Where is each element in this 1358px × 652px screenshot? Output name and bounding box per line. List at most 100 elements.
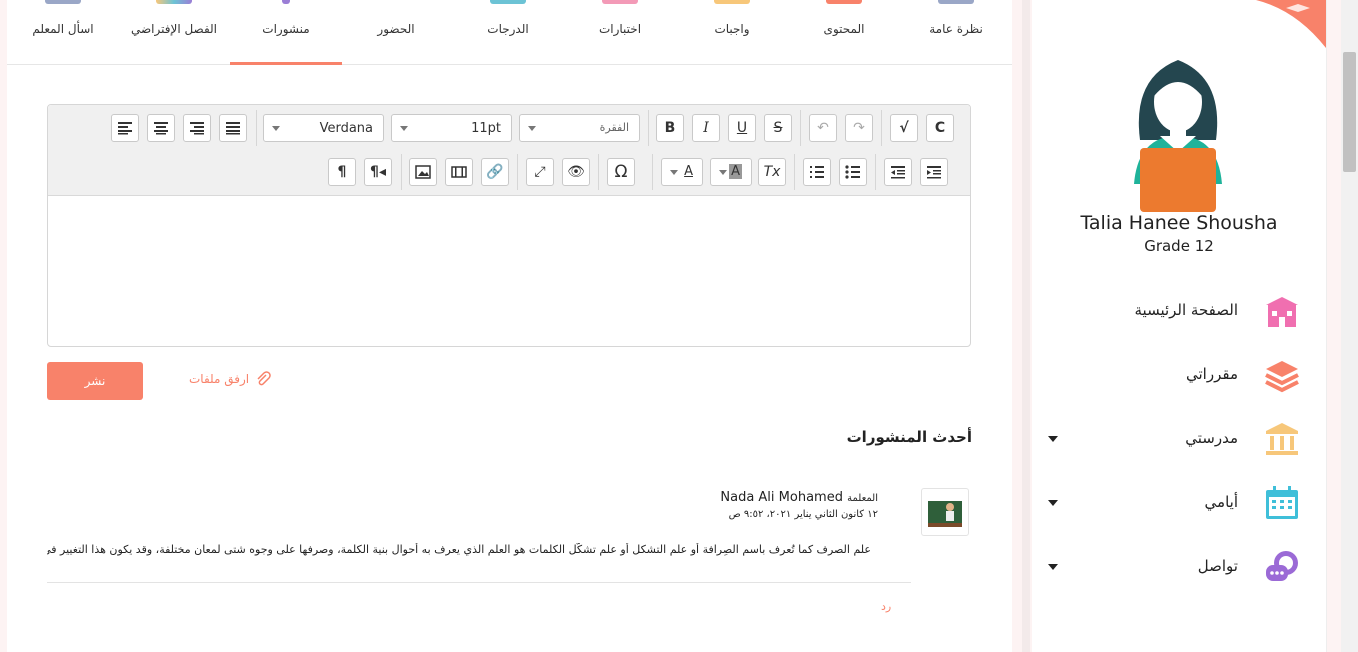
nav-my-courses[interactable]: مقرراتي: [1032, 353, 1302, 397]
redo-button[interactable]: ↷: [845, 114, 873, 142]
calendar-icon: [1266, 486, 1298, 519]
chat-bubbles-icon: [1266, 551, 1298, 581]
toolbar-separator: [648, 110, 649, 146]
strikethrough-button[interactable]: S: [764, 114, 792, 142]
ask-teacher-icon: [45, 0, 81, 4]
paperclip-icon: [257, 371, 271, 386]
tab-virtual-class[interactable]: الفصل الإفتراضي: [118, 0, 230, 64]
chevron-down-icon[interactable]: [1048, 564, 1058, 570]
font-family-select[interactable]: Verdana: [263, 114, 384, 142]
media-button[interactable]: [445, 158, 473, 186]
tab-attendance[interactable]: الحضور: [340, 0, 452, 64]
avatar[interactable]: [921, 488, 969, 536]
chevron-down-icon[interactable]: [1048, 436, 1058, 442]
toolbar-separator: [256, 110, 257, 146]
post-editor: Verdana 11pt الفقرة B I U S ↶ ↷ √ C ¶ ¶◂: [47, 104, 971, 347]
latest-posts-title: أحدث المنشورات: [846, 428, 972, 446]
numbered-list-icon: [810, 166, 824, 178]
publish-button[interactable]: نشر: [47, 362, 143, 400]
image-button[interactable]: [409, 158, 437, 186]
nav-my-days[interactable]: أيامي: [1032, 481, 1302, 525]
align-center-button[interactable]: [147, 114, 175, 142]
tab-grades[interactable]: الدرجات: [452, 0, 564, 64]
toolbar-separator: [794, 154, 795, 190]
nav-home[interactable]: الصفحة الرئيسية: [1032, 289, 1302, 333]
font-size-value: 11pt: [471, 121, 501, 136]
toolbar-separator: [875, 154, 876, 190]
link-icon: 🔗: [486, 164, 504, 180]
chemistry-button[interactable]: C: [926, 114, 954, 142]
math-button[interactable]: √: [890, 114, 918, 142]
align-left-icon: [118, 122, 132, 135]
link-button[interactable]: 🔗: [481, 158, 509, 186]
math-icon: √: [899, 120, 909, 136]
block-format-select[interactable]: الفقرة: [519, 114, 640, 142]
student-avatar-icon: [1134, 60, 1222, 212]
clear-format-button[interactable]: Tx: [758, 158, 786, 186]
align-left-button[interactable]: [111, 114, 139, 142]
tab-posts[interactable]: منشورات: [230, 0, 342, 65]
align-center-icon: [154, 122, 168, 135]
numbered-list-button[interactable]: [803, 158, 831, 186]
posts-icon: [282, 0, 290, 4]
image-icon: [415, 165, 431, 179]
panel-divider: [1022, 0, 1030, 652]
reply-link[interactable]: رد: [881, 600, 891, 613]
font-size-select[interactable]: 11pt: [391, 114, 512, 142]
chemistry-icon: C: [934, 120, 946, 136]
preview-button[interactable]: 👁: [562, 158, 590, 186]
chevron-down-icon[interactable]: [1048, 500, 1058, 506]
tab-assignments[interactable]: واجبات: [676, 0, 788, 64]
corner-ribbon-icon: [1256, 0, 1326, 48]
chevron-down-icon: [400, 126, 408, 131]
chevron-down-icon: [719, 170, 727, 175]
tab-quizzes[interactable]: اختبارات: [564, 0, 676, 64]
scrollbar-thumb[interactable]: [1343, 52, 1356, 172]
preview-icon: 👁: [567, 164, 585, 180]
special-char-icon: Ω: [614, 162, 628, 182]
text-color-icon: A: [684, 164, 693, 179]
block-format-value: الفقرة: [599, 121, 629, 134]
editor-toolbar: Verdana 11pt الفقرة B I U S ↶ ↷ √ C ¶ ¶◂: [48, 105, 970, 196]
undo-icon: ↶: [817, 120, 829, 136]
post-body: علم الصرف كما تُعرف باسم الصِرافة أو علم…: [47, 543, 871, 556]
attach-files-link[interactable]: ارفق ملفات: [189, 371, 271, 387]
author-role: المعلمة: [847, 493, 878, 504]
nav-communicate[interactable]: تواصل: [1032, 545, 1302, 589]
align-right-button[interactable]: [183, 114, 211, 142]
ltr-button[interactable]: ¶: [328, 158, 356, 186]
text-color-button[interactable]: A: [661, 158, 703, 186]
undo-button[interactable]: ↶: [809, 114, 837, 142]
page-scrollbar[interactable]: [1341, 0, 1358, 652]
tab-label: منشورات: [262, 22, 310, 36]
editor-content-area[interactable]: [48, 196, 970, 346]
tab-ask-teacher[interactable]: اسأل المعلم: [7, 0, 119, 64]
tab-content[interactable]: المحتوى: [788, 0, 900, 64]
nav-my-school[interactable]: مدرستي: [1032, 417, 1302, 461]
italic-button[interactable]: I: [692, 114, 720, 142]
toolbar-separator: [517, 154, 518, 190]
outdent-button[interactable]: [884, 158, 912, 186]
outdent-icon: [891, 166, 905, 179]
bullet-list-button[interactable]: [839, 158, 867, 186]
sidebar: Talia Hanee Shousha Grade 12 الصفحة الرئ…: [1032, 0, 1327, 652]
toolbar-separator: [401, 154, 402, 190]
nav-label: تواصل: [1197, 557, 1238, 575]
align-justify-button[interactable]: [219, 114, 247, 142]
bullet-list-icon: [845, 165, 860, 179]
nav-label: أيامي: [1204, 493, 1238, 511]
fullscreen-button[interactable]: ⤢: [526, 158, 554, 186]
underline-icon: U: [736, 120, 748, 136]
tab-overview[interactable]: نظرة عامة: [900, 0, 1012, 64]
tab-label: الحضور: [377, 22, 415, 36]
chevron-down-icon: [272, 126, 280, 131]
post-divider: [47, 582, 911, 583]
background-color-button[interactable]: A: [710, 158, 752, 186]
special-char-button[interactable]: Ω: [607, 158, 635, 186]
chevron-down-icon: [670, 170, 678, 175]
rtl-button[interactable]: ¶◂: [364, 158, 392, 186]
author-name[interactable]: Nada Ali Mohamed: [720, 490, 843, 505]
indent-button[interactable]: [920, 158, 948, 186]
underline-button[interactable]: U: [728, 114, 756, 142]
bold-button[interactable]: B: [656, 114, 684, 142]
